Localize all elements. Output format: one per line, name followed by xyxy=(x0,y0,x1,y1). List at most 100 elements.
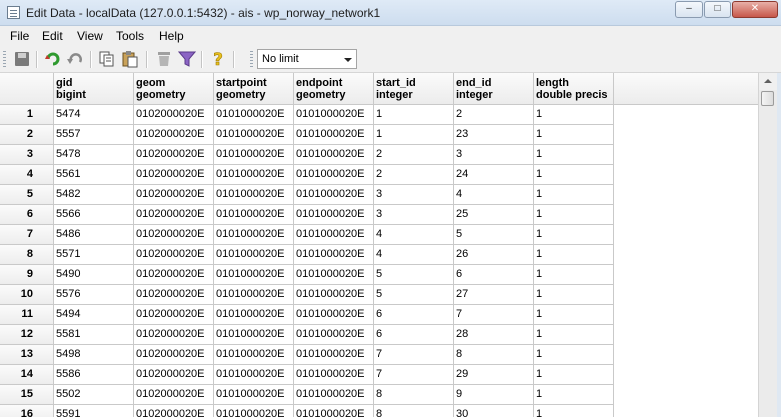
table-row[interactable]: 1 5474 0102000020E 0101000020E 0101000020E 1 2… xyxy=(0,105,758,125)
row-number[interactable]: 5 xyxy=(0,185,54,205)
cell-start-id[interactable]: 6 xyxy=(374,325,454,345)
cell-startpoint[interactable]: 0101000020E xyxy=(214,185,294,205)
save-button[interactable] xyxy=(13,50,31,68)
cell-end-id[interactable]: 28 xyxy=(454,325,534,345)
menu-edit[interactable]: Edit xyxy=(42,29,63,43)
cell-endpoint[interactable]: 0101000020E xyxy=(294,365,374,385)
cell-gid[interactable]: 5486 xyxy=(54,225,134,245)
cell-endpoint[interactable]: 0101000020E xyxy=(294,265,374,285)
cell-startpoint[interactable]: 0101000020E xyxy=(214,105,294,125)
cell-length[interactable]: 1 xyxy=(534,225,614,245)
scroll-up-icon[interactable] xyxy=(759,73,777,90)
cell-start-id[interactable]: 5 xyxy=(374,285,454,305)
copy-button[interactable] xyxy=(98,50,116,68)
cell-start-id[interactable]: 1 xyxy=(374,105,454,125)
table-row[interactable]: 14 5586 0102000020E 0101000020E 0101000020E 7… xyxy=(0,365,758,385)
delete-button[interactable] xyxy=(155,50,173,68)
cell-startpoint[interactable]: 0101000020E xyxy=(214,345,294,365)
table-row[interactable]: 9 5490 0102000020E 0101000020E 0101000020E 5 6… xyxy=(0,265,758,285)
column-header-geom[interactable]: geom geometry xyxy=(134,73,214,105)
cell-endpoint[interactable]: 0101000020E xyxy=(294,125,374,145)
cell-geom[interactable]: 0102000020E xyxy=(134,265,214,285)
maximize-button[interactable]: □ xyxy=(704,1,731,18)
cell-start-id[interactable]: 3 xyxy=(374,185,454,205)
cell-gid[interactable]: 5482 xyxy=(54,185,134,205)
table-row[interactable]: 3 5478 0102000020E 0101000020E 0101000020E 2 3… xyxy=(0,145,758,165)
cell-length[interactable]: 1 xyxy=(534,345,614,365)
cell-startpoint[interactable]: 0101000020E xyxy=(214,325,294,345)
cell-geom[interactable]: 0102000020E xyxy=(134,185,214,205)
cell-start-id[interactable]: 1 xyxy=(374,125,454,145)
cell-geom[interactable]: 0102000020E xyxy=(134,285,214,305)
cell-start-id[interactable]: 2 xyxy=(374,145,454,165)
table-row[interactable]: 10 5576 0102000020E 0101000020E 0101000020E 5… xyxy=(0,285,758,305)
row-number[interactable]: 3 xyxy=(0,145,54,165)
row-number[interactable]: 13 xyxy=(0,345,54,365)
table-row[interactable]: 7 5486 0102000020E 0101000020E 0101000020E 4 5… xyxy=(0,225,758,245)
cell-startpoint[interactable]: 0101000020E xyxy=(214,405,294,417)
cell-gid[interactable]: 5576 xyxy=(54,285,134,305)
cell-start-id[interactable]: 7 xyxy=(374,345,454,365)
cell-gid[interactable]: 5566 xyxy=(54,205,134,225)
cell-end-id[interactable]: 6 xyxy=(454,265,534,285)
table-row[interactable]: 11 5494 0102000020E 0101000020E 0101000020E 6… xyxy=(0,305,758,325)
cell-gid[interactable]: 5498 xyxy=(54,345,134,365)
cell-length[interactable]: 1 xyxy=(534,325,614,345)
cell-gid[interactable]: 5502 xyxy=(54,385,134,405)
cell-geom[interactable]: 0102000020E xyxy=(134,405,214,417)
cell-gid[interactable]: 5571 xyxy=(54,245,134,265)
toolbar-grip[interactable] xyxy=(3,51,6,68)
cell-start-id[interactable]: 2 xyxy=(374,165,454,185)
column-header-length[interactable]: length double precis xyxy=(534,73,614,105)
cell-length[interactable]: 1 xyxy=(534,365,614,385)
cell-start-id[interactable]: 6 xyxy=(374,305,454,325)
cell-length[interactable]: 1 xyxy=(534,145,614,165)
cell-length[interactable]: 1 xyxy=(534,105,614,125)
cell-gid[interactable]: 5586 xyxy=(54,365,134,385)
minimize-button[interactable]: – xyxy=(675,1,703,18)
close-button[interactable]: ✕ xyxy=(732,1,778,18)
cell-endpoint[interactable]: 0101000020E xyxy=(294,225,374,245)
help-button[interactable]: ? xyxy=(209,50,227,71)
cell-gid[interactable]: 5591 xyxy=(54,405,134,417)
cell-start-id[interactable]: 4 xyxy=(374,245,454,265)
cell-length[interactable]: 1 xyxy=(534,125,614,145)
cell-length[interactable]: 1 xyxy=(534,245,614,265)
cell-endpoint[interactable]: 0101000020E xyxy=(294,245,374,265)
column-header-startpoint[interactable]: startpoint geometry xyxy=(214,73,294,105)
cell-end-id[interactable]: 24 xyxy=(454,165,534,185)
cell-geom[interactable]: 0102000020E xyxy=(134,325,214,345)
table-row[interactable]: 2 5557 0102000020E 0101000020E 0101000020E 1 2… xyxy=(0,125,758,145)
cell-gid[interactable]: 5561 xyxy=(54,165,134,185)
cell-endpoint[interactable]: 0101000020E xyxy=(294,405,374,417)
row-number[interactable]: 12 xyxy=(0,325,54,345)
cell-start-id[interactable]: 8 xyxy=(374,385,454,405)
cell-end-id[interactable]: 27 xyxy=(454,285,534,305)
cell-start-id[interactable]: 7 xyxy=(374,365,454,385)
cell-startpoint[interactable]: 0101000020E xyxy=(214,265,294,285)
column-header-end-id[interactable]: end_id integer xyxy=(454,73,534,105)
cell-endpoint[interactable]: 0101000020E xyxy=(294,165,374,185)
cell-gid[interactable]: 5478 xyxy=(54,145,134,165)
cell-end-id[interactable]: 9 xyxy=(454,385,534,405)
menu-view[interactable]: View xyxy=(77,29,103,43)
cell-geom[interactable]: 0102000020E xyxy=(134,385,214,405)
cell-end-id[interactable]: 8 xyxy=(454,345,534,365)
table-row[interactable]: 8 5571 0102000020E 0101000020E 0101000020E 4 2… xyxy=(0,245,758,265)
row-number[interactable]: 7 xyxy=(0,225,54,245)
row-number[interactable]: 14 xyxy=(0,365,54,385)
cell-endpoint[interactable]: 0101000020E xyxy=(294,345,374,365)
cell-geom[interactable]: 0102000020E xyxy=(134,345,214,365)
cell-geom[interactable]: 0102000020E xyxy=(134,305,214,325)
cell-endpoint[interactable]: 0101000020E xyxy=(294,385,374,405)
cell-end-id[interactable]: 29 xyxy=(454,365,534,385)
cell-startpoint[interactable]: 0101000020E xyxy=(214,145,294,165)
column-header-start-id[interactable]: start_id integer xyxy=(374,73,454,105)
refresh-button[interactable] xyxy=(44,50,62,68)
cell-length[interactable]: 1 xyxy=(534,405,614,417)
table-row[interactable]: 16 5591 0102000020E 0101000020E 0101000020E 8… xyxy=(0,405,758,417)
cell-geom[interactable]: 0102000020E xyxy=(134,145,214,165)
paste-button[interactable] xyxy=(121,50,139,68)
cell-endpoint[interactable]: 0101000020E xyxy=(294,325,374,345)
data-grid[interactable]: gid bigint geom geometry startpoint geom… xyxy=(0,73,758,417)
